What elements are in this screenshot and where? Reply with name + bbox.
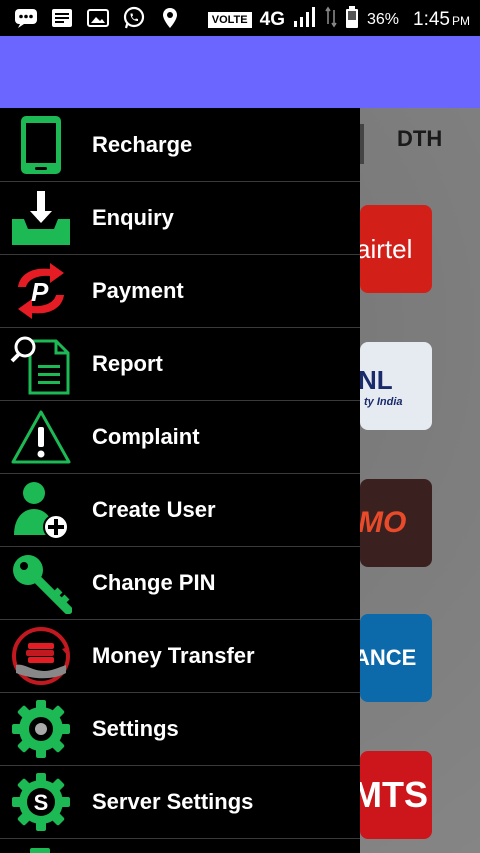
tile-sublabel: ty India: [364, 395, 403, 408]
drawer-item-label: Change PIN: [92, 569, 216, 595]
tab-divider: [360, 124, 364, 164]
drawer-item-complaint[interactable]: Complaint: [0, 400, 360, 474]
drawer-item-create-user[interactable]: Create User: [0, 473, 360, 547]
drawer-item-label: Complaint: [92, 423, 200, 449]
server-gear-icon: S: [8, 769, 74, 835]
gear-icon: [8, 696, 74, 762]
add-user-icon: [8, 477, 74, 543]
drawer-item-payment[interactable]: P Payment: [0, 254, 360, 328]
message-notification-icon: [50, 7, 74, 29]
phone-icon: [8, 112, 74, 178]
drawer-item-label: Enquiry: [92, 204, 174, 230]
drawer-item-label: Server Settings: [92, 788, 254, 814]
drawer-item-label: Create User: [92, 496, 216, 522]
tile-label: ANCE: [360, 645, 417, 670]
tile-label: NL: [360, 364, 393, 395]
chat-notification-icon: [14, 7, 38, 29]
report-search-icon: [8, 331, 74, 397]
drawer-item-recharge[interactable]: Recharge: [0, 108, 360, 182]
drawer-item-report[interactable]: Report: [0, 327, 360, 401]
drawer-item-label: Payment: [92, 277, 184, 303]
network-type: 4G: [259, 8, 285, 30]
payment-arrows-icon: P: [8, 258, 74, 324]
battery-percent: 36%: [366, 10, 400, 28]
clock-ampm: PM: [452, 13, 470, 28]
tile-label: MTS: [360, 774, 428, 815]
money-transfer-icon: [8, 623, 74, 689]
drawer-item-money-transfer[interactable]: Money Transfer: [0, 619, 360, 693]
drawer-next-item-peek: [30, 848, 50, 853]
whatsapp-icon: [122, 6, 146, 29]
drawer-item-enquiry[interactable]: Enquiry: [0, 181, 360, 255]
drawer-item-label: Recharge: [92, 131, 193, 157]
clock: 1:45 PM: [413, 9, 470, 31]
svg-text:S: S: [34, 790, 49, 815]
notification-icons: [14, 6, 182, 29]
tab-dth[interactable]: DTH: [397, 126, 442, 152]
operator-tile-mtnl[interactable]: MO: [360, 479, 432, 567]
operator-tile-bsnl[interactable]: NL ty India: [360, 342, 432, 430]
status-bar: VOLTE 4G 36% 1:45 PM: [0, 0, 480, 36]
operator-tile-mts[interactable]: MTS: [360, 751, 432, 839]
warning-icon: [8, 404, 74, 470]
volte-badge: VOLTE: [207, 11, 252, 28]
status-right: VOLTE 4G 36% 1:45 PM: [207, 6, 470, 33]
tile-label: airtel: [360, 233, 413, 264]
data-activity-icon: [325, 6, 337, 33]
svg-text:P: P: [31, 277, 49, 307]
location-icon: [158, 7, 182, 29]
operator-tile-reliance[interactable]: ANCE: [360, 614, 432, 702]
drawer-item-server-settings[interactable]: S Server Settings: [0, 765, 360, 839]
drawer-item-change-pin[interactable]: Change PIN: [0, 546, 360, 620]
battery-icon: [345, 6, 359, 33]
clock-time: 1:45: [413, 8, 450, 30]
drawer-item-label: Report: [92, 350, 163, 376]
signal-icon: [293, 6, 317, 33]
key-icon: [8, 550, 74, 616]
navigation-drawer: Recharge Enquiry P Payment Report Compla…: [0, 108, 360, 853]
drawer-item-label: Settings: [92, 715, 179, 741]
drawer-item-settings[interactable]: Settings: [0, 692, 360, 766]
operator-tile-airtel[interactable]: airtel: [360, 205, 432, 293]
download-tray-icon: [8, 185, 74, 251]
image-notification-icon: [86, 7, 110, 29]
app-bar: [0, 36, 480, 108]
tile-label: MO: [360, 506, 407, 539]
drawer-item-label: Money Transfer: [92, 642, 255, 668]
